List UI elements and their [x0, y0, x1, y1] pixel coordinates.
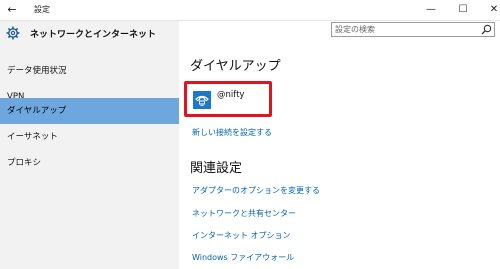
sidebar: ネットワークとインターネット データ使用状況 VPN ダイヤルアップ イーサネッ…: [0, 21, 179, 269]
adapter-options-link[interactable]: アダプターのオプションを変更する: [192, 185, 320, 196]
window-title: 設定: [34, 5, 50, 14]
connection-name: @nifty: [217, 90, 245, 100]
sidebar-header: ネットワークとインターネット: [0, 21, 179, 45]
sidebar-item-data-usage[interactable]: データ使用状況: [0, 58, 179, 84]
sidebar-header-label: ネットワークとインターネット: [30, 30, 157, 40]
back-arrow-icon[interactable]: ←: [4, 2, 20, 18]
network-sharing-center-link[interactable]: ネットワークと共有センター: [192, 208, 296, 219]
sidebar-item-proxy[interactable]: プロキシ: [0, 150, 179, 176]
internet-options-link[interactable]: インターネット オプション: [192, 230, 291, 241]
page-title: ダイヤルアップ: [190, 59, 281, 74]
dialup-phone-icon: [193, 91, 211, 109]
connection-item[interactable]: @nifty: [184, 81, 272, 117]
sidebar-item-dialup[interactable]: ダイヤルアップ: [0, 98, 179, 124]
related-settings-title: 関連設定: [190, 161, 243, 176]
minimize-icon[interactable]: —: [423, 2, 439, 18]
search-input[interactable]: [335, 23, 475, 36]
sidebar-item-ethernet[interactable]: イーサネット: [0, 124, 179, 150]
search-icon[interactable]: [481, 24, 492, 35]
new-connection-link[interactable]: 新しい接続を設定する: [192, 127, 272, 138]
title-bar: ← 設定 — ☐ ✕: [0, 0, 500, 21]
gear-icon: [6, 26, 20, 40]
windows-firewall-link[interactable]: Windows ファイアウォール: [192, 252, 294, 263]
search-box: [331, 22, 495, 37]
maximize-icon[interactable]: ☐: [455, 2, 471, 18]
close-icon[interactable]: ✕: [486, 2, 500, 18]
